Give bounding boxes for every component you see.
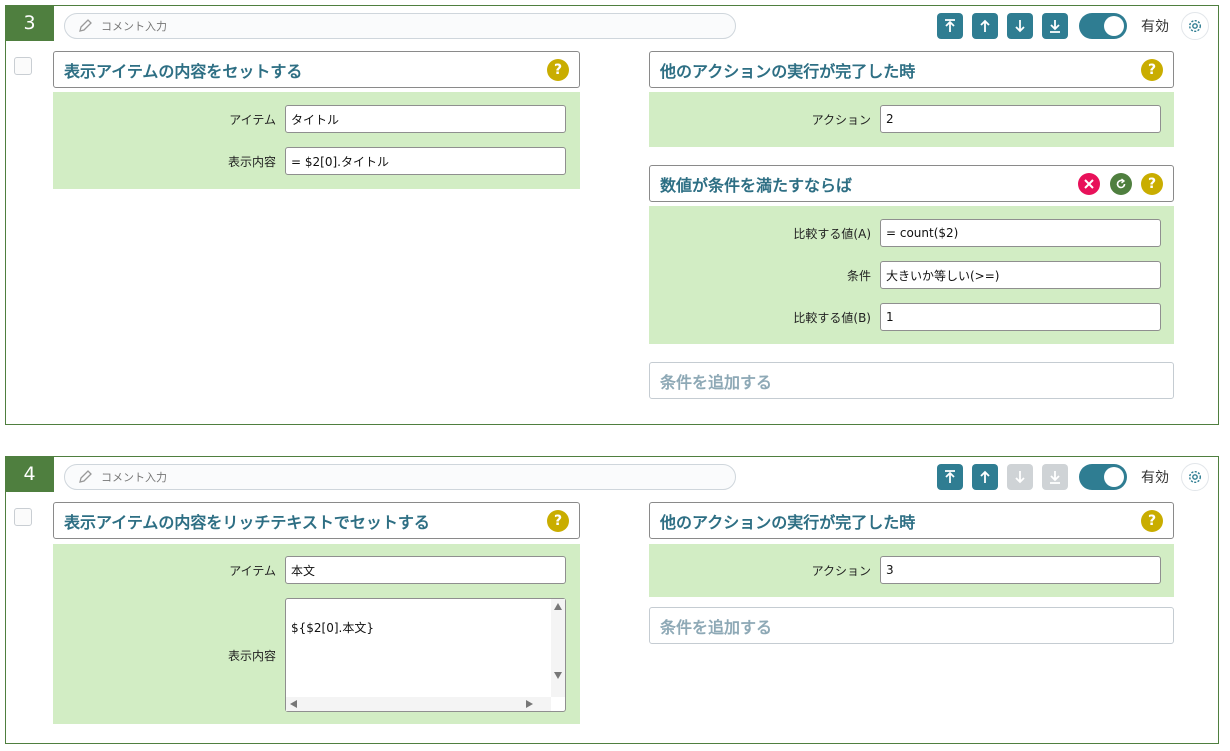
move-down-button[interactable]	[1007, 464, 1033, 490]
help-icon[interactable]: ?	[1141, 172, 1163, 195]
trigger-header: 他のアクションの実行が完了した時 ?	[649, 502, 1174, 539]
content-textarea[interactable]: ${$2[0].本文}	[285, 598, 566, 712]
compare-b-input[interactable]: 1	[880, 303, 1161, 331]
action-params-panel: アイテム 本文 表示内容 ${$2[0].本文}	[53, 544, 580, 724]
field-label: 条件	[846, 268, 871, 283]
enabled-toggle[interactable]	[1079, 464, 1127, 490]
arrow-up-icon	[980, 470, 990, 483]
add-condition-label: 条件を追加する	[660, 372, 773, 392]
select-checkbox[interactable]	[14, 57, 32, 75]
select-checkbox[interactable]	[14, 508, 32, 526]
comment-input[interactable]: コメント入力	[64, 464, 736, 490]
move-up-button[interactable]	[972, 464, 998, 490]
settings-button[interactable]	[1181, 12, 1209, 40]
condition-params-panel: 比較する値(A) = count($2) 条件 大きいか等しい(>=) 比較する…	[649, 206, 1174, 344]
move-up-button[interactable]	[972, 13, 998, 39]
remove-condition-button[interactable]	[1078, 172, 1100, 195]
field-label: 表示内容	[227, 648, 276, 663]
action-number: 4	[5, 456, 54, 492]
action-input[interactable]: 3	[880, 556, 1161, 584]
content-input[interactable]: = $2[0].タイトル	[285, 147, 566, 175]
horizontal-scrollbar[interactable]	[286, 697, 551, 711]
enabled-label: 有効	[1141, 19, 1169, 35]
action-header: 表示アイテムの内容をリッチテキストでセットする ?	[53, 502, 580, 539]
item-input[interactable]: タイトル	[285, 105, 566, 133]
action-block-4: 4 コメント入力 有効 表示アイテムの内容をリッチテキストでセットする ? アイ…	[5, 456, 1219, 744]
arrow-up-icon	[980, 19, 990, 32]
enabled-toggle[interactable]	[1079, 13, 1127, 39]
trigger-title: 他のアクションの実行が完了した時	[660, 512, 916, 532]
scroll-down-icon[interactable]	[554, 672, 562, 679]
compare-a-input[interactable]: = count($2)	[880, 219, 1161, 247]
condition-title: 数値が条件を満たすならば	[660, 175, 853, 195]
field-label: 比較する値(A)	[793, 226, 871, 241]
scroll-right-icon[interactable]	[526, 700, 533, 708]
add-condition-button[interactable]: 条件を追加する	[649, 607, 1174, 644]
action-title: 表示アイテムの内容をリッチテキストでセットする	[64, 512, 430, 532]
comment-input[interactable]: コメント入力	[64, 13, 736, 39]
help-icon[interactable]: ?	[1141, 509, 1163, 532]
pencil-icon	[79, 19, 92, 32]
item-input[interactable]: 本文	[285, 556, 566, 584]
help-icon[interactable]: ?	[547, 509, 569, 532]
move-bottom-icon	[1050, 20, 1060, 33]
move-bottom-icon	[1050, 471, 1060, 484]
pencil-icon	[79, 470, 92, 483]
comment-placeholder: コメント入力	[101, 471, 167, 484]
help-icon[interactable]: ?	[547, 58, 569, 81]
trigger-params-panel: アクション 3	[649, 544, 1174, 597]
move-top-button[interactable]	[937, 464, 963, 490]
move-top-icon	[945, 19, 955, 32]
field-label: アクション	[811, 112, 871, 127]
field-label: 表示内容	[227, 154, 276, 169]
close-icon	[1084, 178, 1094, 189]
field-label: アクション	[811, 563, 871, 578]
action-input[interactable]: 2	[880, 105, 1161, 133]
add-condition-label: 条件を追加する	[660, 617, 773, 637]
action-number: 3	[5, 5, 54, 41]
help-icon[interactable]: ?	[1141, 58, 1163, 81]
textarea-text: ${$2[0].本文}	[291, 621, 374, 635]
move-top-icon	[945, 470, 955, 483]
add-condition-button[interactable]: 条件を追加する	[649, 362, 1174, 399]
vertical-scrollbar[interactable]	[551, 599, 565, 697]
move-down-button[interactable]	[1007, 13, 1033, 39]
gear-icon	[1188, 470, 1202, 484]
action-params-panel: アイテム タイトル 表示内容 = $2[0].タイトル	[53, 92, 580, 189]
move-bottom-button[interactable]	[1042, 13, 1068, 39]
field-label: アイテム	[229, 112, 276, 127]
scroll-up-icon[interactable]	[554, 603, 562, 610]
condition-header: 数値が条件を満たすならば ?	[649, 165, 1174, 202]
condition-select[interactable]: 大きいか等しい(>=)	[880, 261, 1161, 289]
action-block-3: 3 コメント入力 有効 表示アイテムの内容をセットする ? アイテム タイトル …	[5, 5, 1219, 425]
refresh-icon	[1116, 177, 1126, 188]
action-header: 表示アイテムの内容をセットする ?	[53, 51, 580, 88]
move-top-button[interactable]	[937, 13, 963, 39]
move-bottom-button[interactable]	[1042, 464, 1068, 490]
arrow-down-icon	[1015, 471, 1025, 484]
trigger-params-panel: アクション 2	[649, 92, 1174, 147]
reset-condition-button[interactable]	[1110, 172, 1132, 195]
enabled-label: 有効	[1141, 470, 1169, 486]
field-label: 比較する値(B)	[793, 310, 871, 325]
trigger-title: 他のアクションの実行が完了した時	[660, 61, 916, 81]
scroll-left-icon[interactable]	[290, 700, 297, 708]
trigger-header: 他のアクションの実行が完了した時 ?	[649, 51, 1174, 88]
action-title: 表示アイテムの内容をセットする	[64, 61, 303, 81]
field-label: アイテム	[229, 563, 276, 578]
arrow-down-icon	[1015, 20, 1025, 33]
gear-icon	[1188, 19, 1202, 33]
comment-placeholder: コメント入力	[101, 20, 167, 33]
settings-button[interactable]	[1181, 463, 1209, 491]
